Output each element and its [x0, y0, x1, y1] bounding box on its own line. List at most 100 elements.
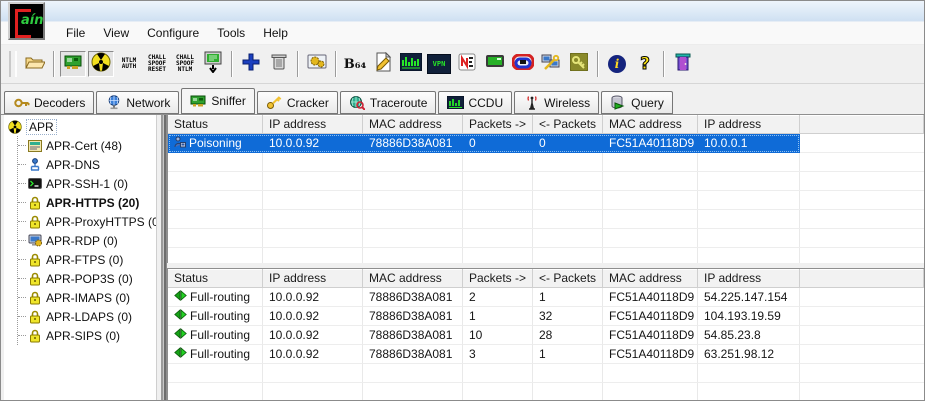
sidebar-item-apr-cert[interactable]: APR-Cert (48): [18, 136, 156, 155]
tab-query[interactable]: Query: [601, 91, 673, 114]
menu-help[interactable]: Help: [254, 23, 297, 43]
tab-traceroute[interactable]: Traceroute: [339, 91, 437, 114]
sniffer-card-icon: [190, 93, 207, 109]
tab-wireless[interactable]: Wireless: [514, 91, 600, 114]
sidebar-item-apr-ldaps[interactable]: APR-LDAPS (0): [18, 307, 156, 326]
start-stop-apr-button[interactable]: [88, 51, 114, 77]
cisco-type7-decoder-button[interactable]: [370, 51, 396, 77]
ip2-cell: 54.85.23.8: [698, 326, 800, 345]
sidebar-item-apr-imaps[interactable]: APR-IMAPS (0): [18, 288, 156, 307]
tree-splitter[interactable]: [157, 115, 167, 400]
license-key-button[interactable]: [566, 51, 592, 77]
sidebar-item-apr-ftps[interactable]: APR-FTPS (0): [18, 250, 156, 269]
tab-sniffer[interactable]: Sniffer: [181, 88, 255, 114]
chall-spoof-ntlm-label: CHALL SPOOF NTLM: [175, 54, 195, 73]
column-header-mac[interactable]: MAC address: [363, 115, 463, 134]
network-manager-button[interactable]: [538, 51, 564, 77]
column-header-status[interactable]: Status: [168, 115, 263, 134]
hash-calculator-button[interactable]: [398, 51, 424, 77]
add-to-list-button[interactable]: [238, 51, 264, 77]
page-decoder-button[interactable]: [454, 51, 480, 77]
start-stop-sniffer-button[interactable]: [60, 51, 86, 77]
tab-cracker[interactable]: Cracker: [256, 91, 338, 114]
apr-lists-pane: Status IP address MAC address Packets ->…: [167, 115, 924, 400]
column-header-packets-out[interactable]: Packets ->: [463, 269, 533, 288]
radioactive-icon: [91, 52, 111, 77]
sidebar-item-apr-rdp[interactable]: APR-RDP (0): [18, 231, 156, 250]
packets-out-cell: 1: [463, 307, 533, 326]
menu-tools[interactable]: Tools: [208, 23, 254, 43]
menu-view[interactable]: View: [94, 23, 138, 43]
packets-in-cell: 1: [533, 288, 603, 307]
sidebar-item-apr-https[interactable]: APR-HTTPS (20): [18, 193, 156, 212]
mac2-cell: FC51A40118D9: [603, 134, 698, 153]
folder-icon: [25, 54, 46, 75]
chall-spoof-reset-button[interactable]: CHALL SPOOF RESET: [144, 51, 170, 77]
ntlm-auth-button[interactable]: NTLM AUTH: [116, 51, 142, 77]
ip2-cell: 104.193.19.59: [698, 307, 800, 326]
ip-cell: 10.0.0.92: [263, 345, 363, 364]
column-header-packets-in[interactable]: <- Packets: [533, 115, 603, 134]
column-header-packets-in[interactable]: <- Packets: [533, 269, 603, 288]
sidebar-item-apr-pop3s[interactable]: APR-POP3S (0): [18, 269, 156, 288]
column-header-ip[interactable]: IP address: [263, 269, 363, 288]
remote-console-button[interactable]: [482, 51, 508, 77]
mac2-cell: FC51A40118D9: [603, 288, 698, 307]
table-row-full-routing[interactable]: Full-routing 10.0.0.92 78886D38A081 3 1 …: [168, 345, 924, 364]
radioactive-icon: [7, 119, 22, 134]
column-header-ip[interactable]: IP address: [263, 115, 363, 134]
empty-row: [168, 364, 924, 383]
tab-network[interactable]: Network: [96, 91, 180, 114]
logo-text: aín: [21, 13, 44, 28]
mac2-cell: FC51A40118D9: [603, 345, 698, 364]
table-row-full-routing[interactable]: Full-routing 10.0.0.92 78886D38A081 2 1 …: [168, 288, 924, 307]
sidebar-root-label: APR: [26, 118, 57, 135]
remove-button[interactable]: [266, 51, 292, 77]
column-header-mac2[interactable]: MAC address: [603, 269, 698, 288]
exit-button[interactable]: [670, 51, 696, 77]
column-header-status[interactable]: Status: [168, 269, 263, 288]
marked-page-icon: [458, 53, 476, 76]
sidebar-item-apr-dns[interactable]: APR-DNS: [18, 155, 156, 174]
menu-file[interactable]: File: [57, 23, 94, 43]
tab-decoders[interactable]: Decoders: [4, 91, 95, 114]
column-header-ip2[interactable]: IP address: [698, 269, 800, 288]
trash-icon: [271, 53, 287, 76]
open-file-button[interactable]: [22, 51, 48, 77]
sidebar-item-label: APR-HTTPS (20): [46, 195, 140, 210]
gears-card-icon: [307, 53, 327, 76]
info-icon: i: [608, 55, 626, 73]
about-button[interactable]: i: [604, 51, 630, 77]
chall-spoof-ntlm-button[interactable]: CHALL SPOOF NTLM: [172, 51, 198, 77]
sidebar-item-apr-proxyhttps[interactable]: APR-ProxyHTTPS (0): [18, 212, 156, 231]
table-row-full-routing[interactable]: Full-routing 10.0.0.92 78886D38A081 10 2…: [168, 326, 924, 345]
vpn-client-decoder-button[interactable]: VPN: [426, 51, 452, 77]
sidebar-item-apr-root[interactable]: APR: [7, 117, 156, 136]
olive-key-icon: [569, 52, 589, 76]
query-database-icon: [610, 95, 627, 111]
column-header-mac2[interactable]: MAC address: [603, 115, 698, 134]
sidebar-item-label: APR-ProxyHTTPS (0): [46, 214, 157, 229]
table-row-poisoning[interactable]: Poisoning 10.0.0.92 78886D38A081 0 0 FC5…: [168, 134, 924, 153]
packets-out-cell: 3: [463, 345, 533, 364]
base64-decoder-button[interactable]: B₆₄: [342, 51, 368, 77]
column-header-packets-out[interactable]: Packets ->: [463, 115, 533, 134]
column-header-ip2[interactable]: IP address: [698, 115, 800, 134]
box-revealer-button[interactable]: [510, 51, 536, 77]
column-header-mac[interactable]: MAC address: [363, 269, 463, 288]
tab-label: Cracker: [286, 95, 329, 110]
tab-ccdu[interactable]: CCDU: [438, 91, 513, 114]
ip2-cell: 10.0.0.1: [698, 134, 800, 153]
help-button[interactable]: ?: [632, 51, 658, 77]
empty-row: [168, 229, 924, 248]
packets-in-cell: 1: [533, 345, 603, 364]
apr-poisoning-list: Status IP address MAC address Packets ->…: [167, 115, 924, 263]
sidebar-item-apr-sips[interactable]: APR-SIPS (0): [18, 326, 156, 345]
table-row-full-routing[interactable]: Full-routing 10.0.0.92 78886D38A081 1 32…: [168, 307, 924, 326]
configure-button[interactable]: [304, 51, 330, 77]
wireless-scanner-button[interactable]: [200, 51, 226, 77]
menu-configure[interactable]: Configure: [138, 23, 208, 43]
empty-row: [168, 383, 924, 400]
empty-row: [168, 248, 924, 263]
sidebar-item-apr-ssh1[interactable]: APR-SSH-1 (0): [18, 174, 156, 193]
